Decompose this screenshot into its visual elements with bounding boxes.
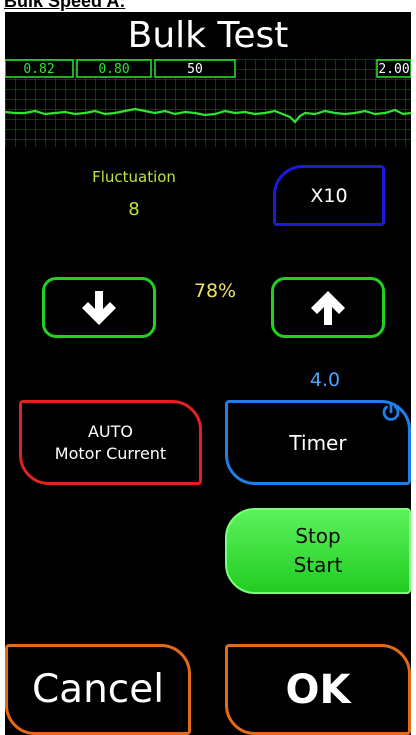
stop-label: Stop	[295, 524, 341, 548]
cancel-button[interactable]: Cancel	[5, 644, 191, 735]
percent-value: 78%	[193, 280, 237, 302]
start-label: Start	[293, 553, 343, 577]
fluctuation-value: 8	[128, 199, 140, 220]
device-screen: Bulk Test 0.82 0.80 50 2.00 Fluctuation …	[5, 12, 411, 735]
graph-label-2: 0.80	[98, 62, 130, 77]
auto-motor-current-button[interactable]: AUTO Motor Current	[19, 400, 202, 485]
fluctuation-label: Fluctuation	[92, 168, 176, 186]
up-arrow-icon	[311, 290, 345, 325]
timer-button-label: Timer	[289, 430, 347, 455]
graph-label-4: 2.00	[378, 62, 410, 77]
power-icon	[382, 402, 400, 421]
ok-button[interactable]: OK	[225, 644, 411, 735]
graph-label-1: 0.82	[23, 62, 55, 77]
increase-button[interactable]	[271, 277, 385, 338]
x10-button[interactable]: X10	[273, 165, 385, 226]
page-title: Bulk Test	[127, 15, 289, 56]
stop-start-button[interactable]: Stop Start	[225, 508, 411, 594]
decrease-button[interactable]	[42, 277, 156, 338]
timer-value: 4.0	[309, 369, 341, 391]
down-arrow-icon	[82, 290, 116, 325]
graph-label-3: 50	[187, 62, 203, 77]
auto-button-line1: AUTO	[87, 421, 134, 441]
auto-button-line2: Motor Current	[54, 443, 167, 463]
timer-button[interactable]: Timer	[225, 400, 411, 485]
header-caption: Bulk Speed A:	[4, 0, 126, 11]
